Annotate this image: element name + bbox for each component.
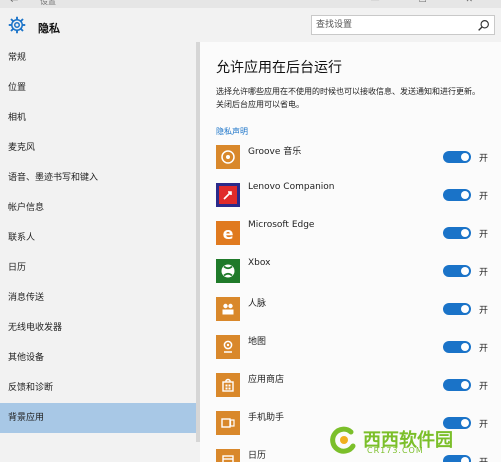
app-name: 地图: [248, 337, 267, 347]
background-toggle[interactable]: [443, 151, 471, 163]
background-toggle[interactable]: [443, 303, 471, 315]
maps-icon: [216, 335, 240, 359]
search-icon[interactable]: [477, 19, 490, 32]
sidebar-item-account-info[interactable]: 帐户信息: [0, 193, 196, 223]
toggle-state-label: 开: [479, 154, 489, 164]
window-title: 设置: [40, 0, 56, 6]
sidebar-item-general[interactable]: 常规: [0, 43, 196, 73]
background-toggle[interactable]: [443, 341, 471, 353]
app-row-groove: Groove 音乐 开: [216, 145, 499, 169]
app-row-people: 人脉 开: [216, 297, 499, 321]
main-panel: 允许应用在后台运行 选择允许哪些应用在不使用的时候也可以接收信息、发送通知和进行…: [200, 42, 501, 462]
toggle-state-label: 开: [479, 306, 489, 316]
people-icon: [216, 297, 240, 321]
sidebar-item-camera[interactable]: 相机: [0, 103, 196, 133]
app-row-maps: 地图 开: [216, 335, 499, 359]
sidebar: 常规 位置 相机 麦克风 语音、墨迹书写和键入 帐户信息 联系人 日历 消息传送…: [0, 42, 196, 462]
toggle-knob: [461, 343, 469, 351]
background-toggle[interactable]: [443, 265, 471, 277]
settings-header: 隐私: [0, 8, 196, 42]
calendar-icon: [216, 449, 240, 462]
toggle-state-label: 开: [479, 230, 489, 240]
window-controls[interactable]: — ☐ ✕: [371, 0, 491, 5]
app-name: Microsoft Edge: [248, 220, 315, 230]
watermark-url: CR173.COM: [367, 446, 424, 455]
app-name: Xbox: [248, 258, 271, 268]
phone-companion-icon: [216, 411, 240, 435]
toggle-state-label: 开: [479, 382, 489, 392]
sidebar-item-feedback-diagnostics[interactable]: 反馈和诊断: [0, 373, 196, 403]
sidebar-item-calendar[interactable]: 日历: [0, 253, 196, 283]
edge-icon: e: [216, 221, 240, 245]
back-arrow-icon[interactable]: ←: [10, 0, 18, 6]
toggle-state-label: 开: [479, 268, 489, 278]
search-box[interactable]: [311, 15, 495, 35]
app-row-lenovo: Lenovo Companion 开: [216, 182, 499, 207]
app-name: Lenovo Companion: [248, 182, 335, 192]
toggle-knob: [461, 305, 469, 313]
page-title: 隐私: [38, 22, 60, 35]
background-toggle[interactable]: [443, 227, 471, 239]
toggle-state-label: 开: [479, 192, 489, 202]
privacy-statement-link[interactable]: 隐私声明: [216, 126, 248, 137]
store-icon: [216, 373, 240, 397]
sidebar-item-location[interactable]: 位置: [0, 73, 196, 103]
toggle-state-label: 开: [479, 344, 489, 354]
app-name: 手机助手: [248, 413, 285, 423]
groove-music-icon: [216, 145, 240, 169]
app-name: 人脉: [248, 299, 267, 309]
watermark: 西西软件园 CR173.COM: [327, 424, 497, 458]
watermark-logo-icon: [330, 426, 356, 454]
app-row-edge: e Microsoft Edge 开: [216, 220, 499, 245]
toggle-knob: [461, 153, 469, 161]
app-name: Groove 音乐: [248, 147, 302, 157]
toggle-knob: [461, 229, 469, 237]
search-input[interactable]: [316, 17, 466, 33]
sidebar-item-microphone[interactable]: 麦克风: [0, 133, 196, 163]
section-title: 允许应用在后台运行: [216, 60, 342, 76]
app-name: 日历: [248, 451, 267, 461]
section-description: 选择允许哪些应用在不使用的时候也可以接收信息、发送通知和进行更新。关闭后台应用可…: [216, 87, 480, 109]
title-bar: ← 设置 — ☐ ✕: [0, 0, 501, 8]
app-row-xbox: Xbox 开: [216, 258, 499, 283]
app-row-store: 应用商店 开: [216, 373, 499, 397]
toggle-knob: [461, 191, 469, 199]
sidebar-item-background-apps[interactable]: 背景应用: [0, 403, 196, 433]
toggle-knob: [461, 267, 469, 275]
app-name: 应用商店: [248, 375, 285, 385]
gear-icon: [8, 16, 26, 34]
sidebar-item-messaging[interactable]: 消息传送: [0, 283, 196, 313]
sidebar-item-speech-inking-typing[interactable]: 语音、墨迹书写和键入: [0, 163, 196, 193]
xbox-icon: [216, 259, 240, 283]
background-toggle[interactable]: [443, 379, 471, 391]
lenovo-companion-icon: [216, 183, 240, 207]
sidebar-item-radios[interactable]: 无线电收发器: [0, 313, 196, 343]
sidebar-item-other-devices[interactable]: 其他设备: [0, 343, 196, 373]
toggle-knob: [461, 381, 469, 389]
background-toggle[interactable]: [443, 189, 471, 201]
sidebar-item-contacts[interactable]: 联系人: [0, 223, 196, 253]
